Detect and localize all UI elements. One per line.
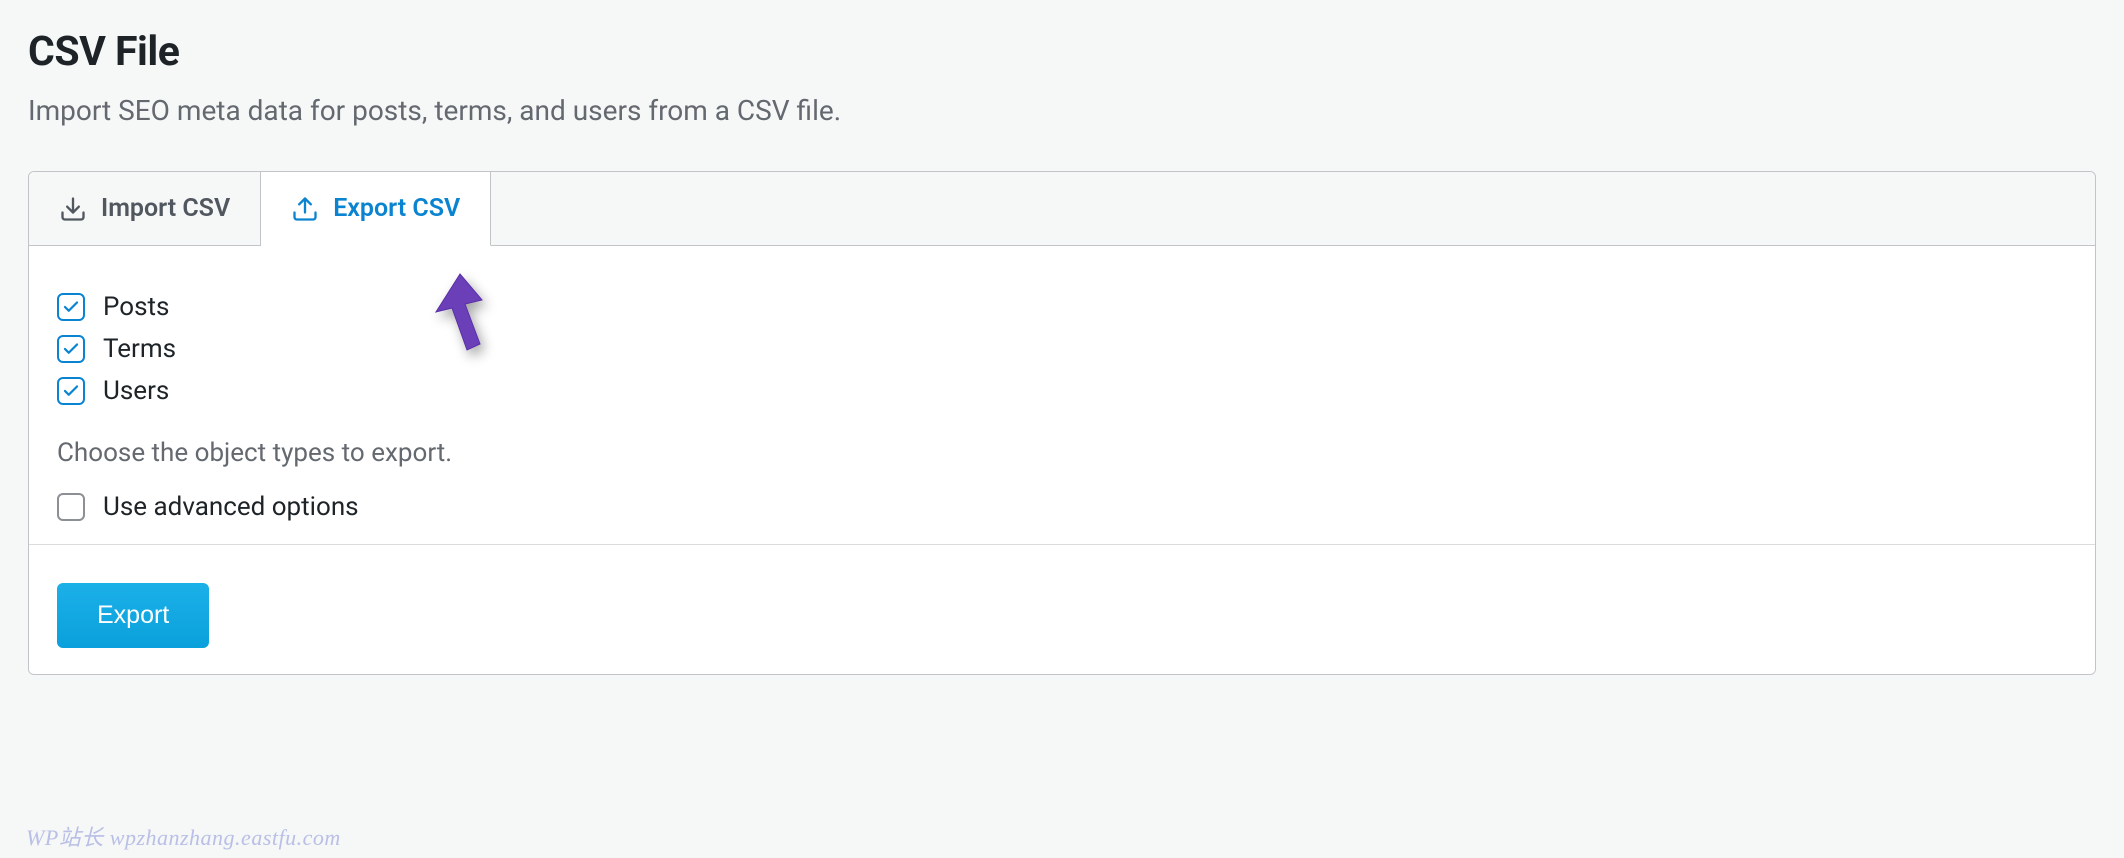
option-row-terms: Terms	[57, 334, 2067, 364]
page-header: CSV File Import SEO meta data for posts,…	[28, 28, 2096, 127]
download-icon	[59, 195, 87, 223]
helper-text: Choose the object types to export.	[57, 438, 2067, 468]
option-row-users: Users	[57, 376, 2067, 406]
option-row-posts: Posts	[57, 292, 2067, 322]
checkbox-terms[interactable]	[57, 335, 85, 363]
label-posts[interactable]: Posts	[103, 292, 169, 322]
tab-bar: Import CSV Export CSV	[29, 172, 2095, 246]
advanced-row: Use advanced options	[57, 492, 2067, 544]
checkbox-users[interactable]	[57, 377, 85, 405]
label-users[interactable]: Users	[103, 376, 169, 406]
tab-export-label: Export CSV	[333, 194, 460, 223]
page-subtitle: Import SEO meta data for posts, terms, a…	[28, 94, 2096, 127]
tab-import-csv[interactable]: Import CSV	[29, 172, 261, 245]
checkbox-posts[interactable]	[57, 293, 85, 321]
divider	[29, 544, 2095, 545]
checkbox-advanced[interactable]	[57, 493, 85, 521]
export-button[interactable]: Export	[57, 583, 209, 648]
csv-panel: Import CSV Export CSV Posts Term	[28, 171, 2096, 675]
label-advanced[interactable]: Use advanced options	[103, 492, 359, 522]
watermark: WP站长 wpzhanzhang.eastfu.com	[26, 820, 341, 852]
form-footer: Export	[29, 557, 2095, 674]
page-title: CSV File	[28, 28, 2096, 76]
tab-export-csv[interactable]: Export CSV	[261, 172, 491, 246]
upload-icon	[291, 195, 319, 223]
export-form: Posts Terms Users Choose the object type…	[29, 246, 2095, 557]
label-terms[interactable]: Terms	[103, 334, 176, 364]
tab-import-label: Import CSV	[101, 194, 230, 223]
